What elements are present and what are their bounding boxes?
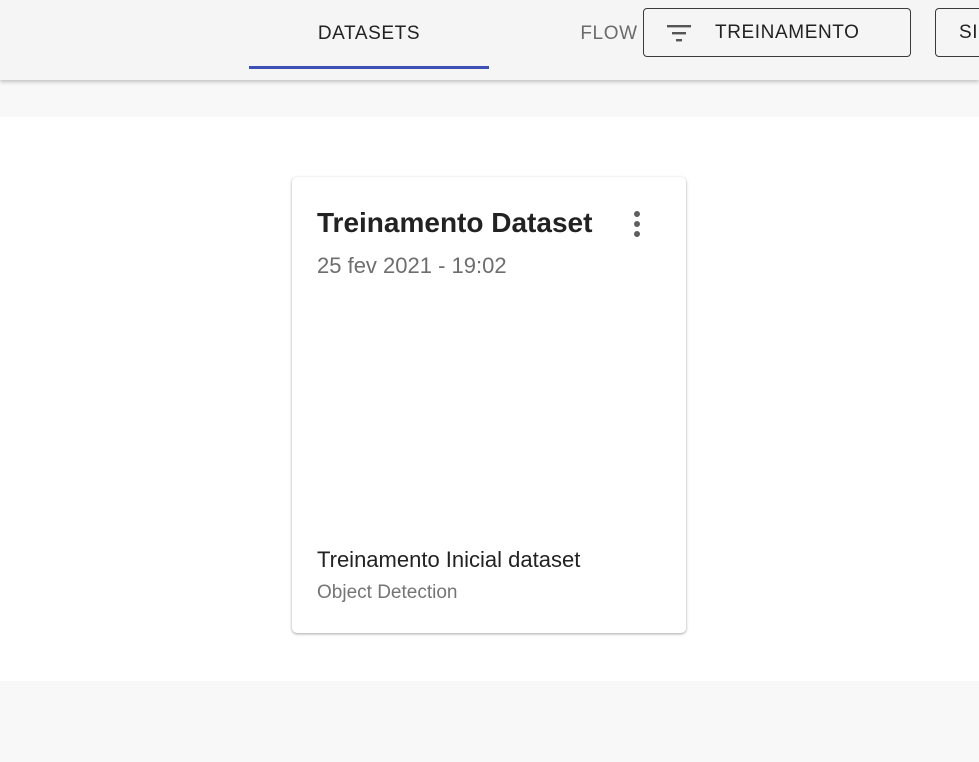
datasets-content-area: Treinamento Dataset 25 fev 2021 - 19:02 … xyxy=(0,117,979,681)
dataset-card-title: Treinamento Dataset xyxy=(317,207,593,238)
tab-datasets-label: DATASETS xyxy=(317,23,421,44)
active-tab-indicator xyxy=(249,66,489,69)
top-app-bar: DATASETS FLOW TREINAMENTO SI xyxy=(0,0,979,80)
secondary-toolbar-button[interactable]: SI xyxy=(935,8,979,57)
tab-flow-label: FLOW xyxy=(580,23,638,44)
dataset-card-type: Object Detection xyxy=(317,582,458,603)
more-vert-icon[interactable] xyxy=(624,209,650,239)
secondary-toolbar-label: SI xyxy=(959,21,979,43)
filter-list-icon xyxy=(665,21,693,45)
menu-dot xyxy=(634,231,640,237)
menu-dot xyxy=(634,221,640,227)
tab-datasets[interactable]: DATASETS xyxy=(249,0,489,68)
dataset-card[interactable]: Treinamento Dataset 25 fev 2021 - 19:02 … xyxy=(292,177,686,633)
dataset-card-date: 25 fev 2021 - 19:02 xyxy=(317,253,507,278)
project-filter-button[interactable]: TREINAMENTO xyxy=(643,8,911,57)
tab-flow[interactable]: FLOW xyxy=(568,0,650,68)
menu-dot xyxy=(634,211,640,217)
project-filter-label: TREINAMENTO xyxy=(715,21,860,43)
dataset-card-name: Treinamento Inicial dataset xyxy=(317,547,581,572)
